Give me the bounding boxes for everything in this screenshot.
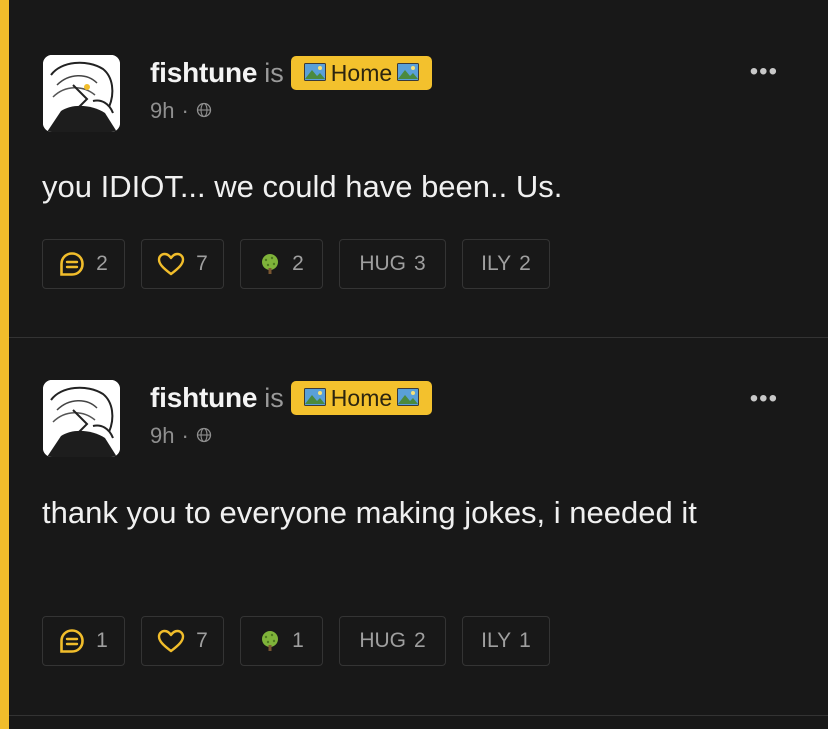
post-header: fishtune is Home 9h · [150,379,433,449]
like-count: 7 [196,252,208,275]
tree-reaction-button[interactable]: 1 [240,616,323,666]
landscape-icon [303,385,326,412]
post-header: fishtune is Home 9h · [150,54,433,124]
landscape-icon [397,385,420,412]
status-badge[interactable]: Home [290,381,433,415]
feed: fishtune is Home 9h · ••• you IDIOT... w… [9,0,828,716]
reply-bubble-icon [59,628,85,654]
hug-button[interactable]: HUG 3 [339,239,446,289]
landscape-icon [303,60,326,87]
ily-count: 2 [519,252,531,275]
post-timestamp[interactable]: 9h [150,423,174,449]
meta-separator: · [181,423,189,448]
reply-count: 1 [96,629,108,652]
tree-count: 1 [292,629,304,652]
post-text: you IDIOT... we could have been.. Us. [42,169,563,204]
like-button[interactable]: 7 [141,616,224,666]
globe-icon [196,98,212,124]
avatar[interactable] [43,55,120,132]
reply-button[interactable]: 2 [42,239,125,289]
accent-bar [0,0,9,729]
meta-separator: · [181,98,189,123]
hug-count: 2 [413,629,426,652]
hug-count: 3 [413,252,426,275]
ily-label: ILY [481,629,512,652]
ily-button[interactable]: ILY 1 [462,616,550,666]
ily-label: ILY [481,252,512,275]
status-label: Home [330,59,393,86]
like-button[interactable]: 7 [141,239,224,289]
tree-icon [259,253,281,275]
tree-reaction-button[interactable]: 2 [240,239,323,289]
reply-button[interactable]: 1 [42,616,125,666]
heart-icon [157,252,185,276]
tree-count: 2 [292,252,304,275]
ily-button[interactable]: ILY 2 [462,239,550,289]
hug-button[interactable]: HUG 2 [339,616,446,666]
post-actions: 2 7 2 HUG 3 ILY 2 [42,239,550,289]
status-badge[interactable]: Home [290,56,433,90]
ily-count: 1 [519,629,531,652]
globe-icon [196,423,212,449]
like-count: 7 [196,629,208,652]
hug-label: HUG [359,252,406,275]
author-name[interactable]: fishtune [150,382,257,414]
post-actions: 1 7 1 HUG 2 ILY 1 [42,616,550,666]
post-text: thank you to everyone making jokes, i ne… [42,495,697,530]
tree-icon [259,630,281,652]
post-divider [9,715,828,716]
reply-bubble-icon [59,251,85,277]
post-card: fishtune is Home 9h · [9,338,828,716]
post-timestamp[interactable]: 9h [150,98,174,124]
heart-icon [157,629,185,653]
more-options-icon[interactable]: ••• [750,385,778,413]
reply-count: 2 [96,252,108,275]
more-options-icon[interactable]: ••• [750,58,778,86]
landscape-icon [397,60,420,87]
status-connector: is [264,57,284,88]
status-connector: is [264,382,284,413]
hug-label: HUG [359,629,406,652]
avatar[interactable] [43,380,120,457]
author-name[interactable]: fishtune [150,57,257,89]
status-label: Home [330,384,393,411]
post-card: fishtune is Home 9h · [9,0,828,338]
